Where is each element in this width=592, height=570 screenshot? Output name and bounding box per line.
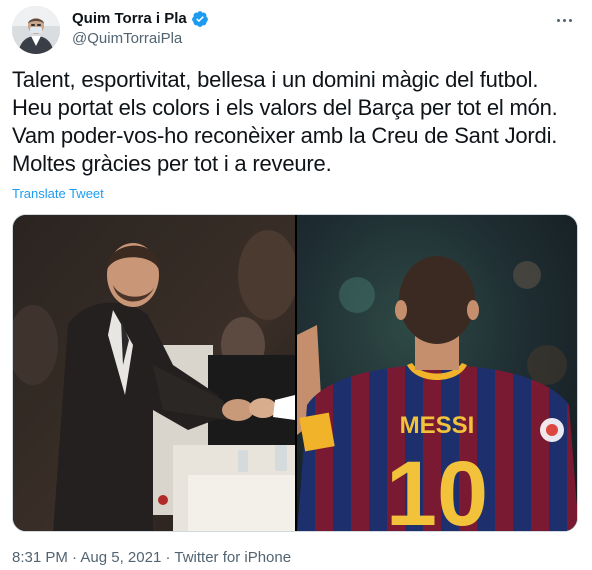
avatar[interactable] [12, 6, 60, 54]
tweet-time[interactable]: 8:31 PM [12, 549, 68, 566]
translate-tweet-link[interactable]: Translate Tweet [12, 186, 104, 202]
user-info: Quim Torra i Pla @QuimTorraiPla [72, 9, 209, 49]
more-options-button[interactable] [552, 10, 576, 30]
photo-handshake[interactable] [13, 215, 295, 531]
jersey-image: MESSI 10 [297, 215, 577, 532]
tweet-metadata: 8:31 PM · Aug 5, 2021 · Twitter for iPho… [12, 548, 291, 568]
tweet-text: Talent, esportivitat, bellesa i un domin… [12, 67, 558, 176]
more-dot [562, 18, 566, 22]
jersey-number: 10 [386, 443, 488, 532]
tweet-media: MESSI 10 [12, 214, 578, 532]
handshake-image [13, 215, 295, 531]
meta-separator: · [161, 549, 175, 566]
tweet-date[interactable]: Aug 5, 2021 [80, 549, 161, 566]
tweet-source[interactable]: Twitter for iPhone [174, 549, 291, 566]
tweet-card: Quim Torra i Pla @QuimTorraiPla Talent, … [0, 0, 592, 570]
tweet-header: Quim Torra i Pla @QuimTorraiPla [12, 6, 582, 54]
photo-jersey[interactable]: MESSI 10 [297, 215, 577, 532]
meta-separator: · [67, 549, 81, 566]
display-name: Quim Torra i Pla [72, 10, 187, 27]
more-horizontal-icon [556, 18, 560, 22]
display-name-link[interactable]: Quim Torra i Pla [72, 9, 209, 29]
jersey-name: MESSI [400, 412, 475, 439]
user-handle[interactable]: @QuimTorraiPla [72, 29, 209, 49]
verified-badge-icon [191, 11, 208, 27]
more-dot [568, 18, 572, 22]
avatar-image [12, 6, 60, 54]
